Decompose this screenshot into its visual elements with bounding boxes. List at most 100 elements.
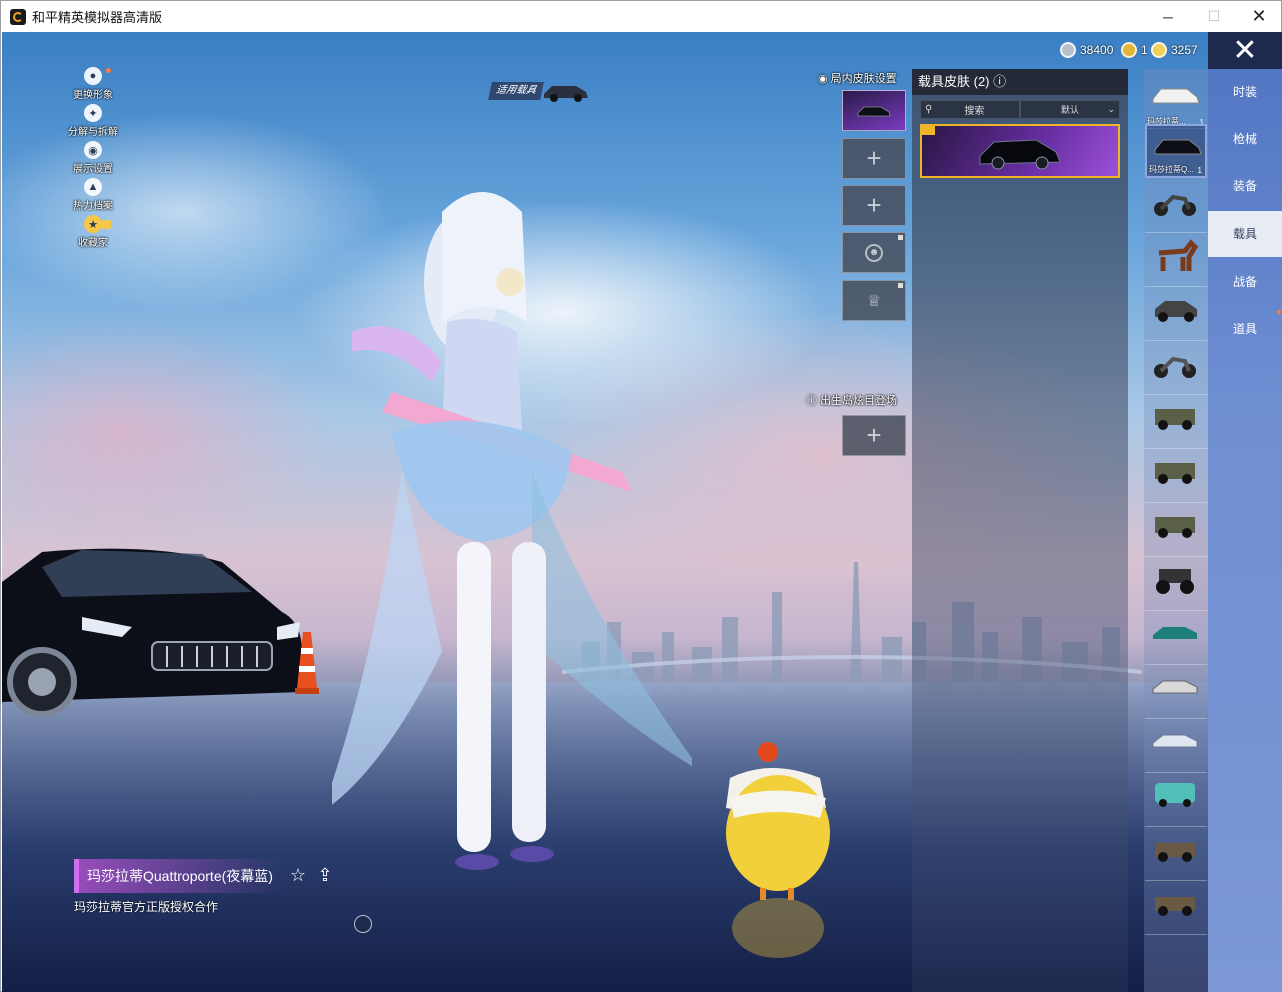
silver-amount: 38400 — [1080, 43, 1114, 57]
app-logo-icon — [10, 8, 26, 25]
vehicle-thumb-icon — [1152, 88, 1200, 104]
vehicle-item[interactable]: 玛莎拉蒂Q... 1 — [1145, 124, 1207, 178]
puzzle-icon: ✦ — [84, 104, 102, 122]
vehicle-thumb-icon — [1152, 734, 1198, 748]
vehicle-label: 玛莎拉蒂Q... — [1149, 165, 1194, 174]
tab-guns[interactable]: 枪械 — [1208, 116, 1282, 162]
rotate-model-icon[interactable] — [354, 915, 372, 933]
currency-coupon: 3257 — [1151, 40, 1198, 60]
apply-vehicle-car-icon — [544, 86, 588, 102]
minimize-button[interactable]: ─ — [1145, 1, 1191, 32]
vehicle-item[interactable] — [1145, 827, 1207, 881]
vehicle-thumb-icon — [1154, 356, 1196, 378]
vehicle-thumb-icon — [1153, 627, 1197, 639]
change-avatar-label: 更换形象 — [73, 90, 113, 101]
ingame-skin-title: ◉ 局内皮肤设置 — [818, 70, 897, 86]
title-bar: 和平精英模拟器高清版 ─ ☐ ✕ — [1, 1, 1281, 32]
collector-icon: ★ — [84, 215, 102, 233]
display-settings-label: 展示设置 — [73, 164, 113, 175]
vehicle-skin-panel: 载具皮肤 (2) ⓘ ⚲ 搜索 默认 ⌄ — [912, 69, 1128, 992]
vehicle-item[interactable]: 玛莎拉蒂... 1 — [1145, 75, 1207, 129]
heat-archive-button[interactable]: ▲ 热力档案 — [58, 178, 128, 215]
vehicle-thumb-icon — [1155, 463, 1195, 484]
skin-panel-header: 载具皮肤 (2) ⓘ — [912, 69, 1128, 95]
person-icon: ● — [84, 67, 102, 85]
currency-gold: 1 — [1121, 40, 1148, 60]
heat-archive-label: 热力档案 — [73, 201, 113, 212]
change-avatar-button[interactable]: ● 更换形象 — [58, 67, 128, 104]
sort-dropdown[interactable]: 默认 ⌄ — [1020, 100, 1120, 119]
vehicle-item[interactable] — [1145, 557, 1207, 611]
vehicle-item[interactable] — [1145, 881, 1207, 935]
game-scene: ● 更换形象 ✦ 分解与拆解 ◉ 展示设置 ▲ 热力档案 ★ 收藏家 适用载具 … — [2, 32, 1282, 992]
search-placeholder: 搜索 — [964, 106, 985, 117]
gold-medal-icon — [1121, 42, 1137, 58]
sort-label: 默认 — [1060, 105, 1079, 115]
tab-notification-dot — [1277, 310, 1281, 314]
car-thumb-icon — [857, 106, 891, 116]
vehicle-count: 1 — [1197, 166, 1202, 175]
coupon-amount: 3257 — [1171, 43, 1198, 57]
share-icon[interactable]: ⇪ — [314, 864, 336, 886]
decompose-button[interactable]: ✦ 分解与拆解 — [58, 104, 128, 141]
vehicle-item[interactable] — [1145, 719, 1207, 773]
gold-amount: 1 — [1141, 43, 1148, 57]
vehicle-item[interactable] — [1145, 773, 1207, 827]
display-settings-button[interactable]: ◉ 展示设置 — [58, 141, 128, 178]
skin-slot-3[interactable]: + — [842, 185, 906, 226]
maximize-button[interactable]: ☐ — [1191, 1, 1237, 32]
maserati-car — [2, 548, 302, 717]
skull-icon: ☻ — [865, 243, 883, 262]
close-panel-button[interactable]: ✕ — [1208, 32, 1282, 69]
tab-fashion[interactable]: 时装 — [1208, 69, 1282, 115]
vehicle-item[interactable] — [1145, 611, 1207, 665]
chick-pet — [726, 742, 830, 958]
chevron-down-icon: ⌄ — [1107, 104, 1115, 114]
tab-vehicles[interactable]: 载具 — [1208, 211, 1282, 257]
search-icon: ⚲ — [925, 104, 933, 115]
vehicle-item[interactable] — [1145, 341, 1207, 395]
tab-equipment[interactable]: 装备 — [1208, 163, 1282, 209]
help-circle-icon[interactable]: ⓘ — [990, 74, 1006, 89]
spawn-entrance-title-text: 出生岛炫目登场 — [820, 395, 898, 407]
vehicle-thumb-icon — [1152, 680, 1198, 694]
vehicle-item[interactable] — [1145, 287, 1207, 341]
search-row: ⚲ 搜索 默认 ⌄ — [920, 100, 1120, 119]
vehicle-thumb-icon — [1155, 783, 1195, 807]
skin-slot-5[interactable]: ♕ — [842, 280, 906, 321]
vehicle-item[interactable] — [1145, 503, 1207, 557]
favorite-star-icon[interactable]: ☆ — [287, 864, 309, 886]
vehicle-thumb-icon — [1156, 569, 1194, 594]
close-window-button[interactable]: ✕ — [1236, 1, 1282, 32]
skin-slot-2[interactable]: + — [842, 138, 906, 179]
spawn-entrance-title: ⓘ 出生岛炫目登场 — [806, 392, 897, 408]
skin-slot-4[interactable]: ☻ — [842, 232, 906, 273]
vehicle-item[interactable] — [1145, 449, 1207, 503]
search-input[interactable]: ⚲ 搜索 — [920, 100, 1020, 119]
plus-icon: + — [866, 143, 882, 173]
vehicle-thumb-icon — [1155, 843, 1195, 862]
collector-button[interactable]: ★ 收藏家 — [58, 215, 128, 252]
vehicle-item[interactable] — [1145, 665, 1207, 719]
vehicle-item[interactable] — [1145, 395, 1207, 449]
vehicle-item[interactable] — [1145, 233, 1207, 287]
ingame-skin-title-text: 局内皮肤设置 — [830, 73, 897, 85]
silver-coin-icon — [1060, 42, 1076, 58]
currency-silver: 38400 — [1060, 40, 1113, 60]
decompose-label: 分解与拆解 — [68, 127, 118, 138]
vehicle-thumb-icon — [1155, 409, 1195, 430]
item-description: 玛莎拉蒂官方正版授权合作 — [74, 900, 219, 914]
traffic-cone — [295, 632, 319, 694]
skin-card-selected[interactable] — [920, 124, 1120, 178]
app-window: 和平精英模拟器高清版 ─ ☐ ✕ ● 更换形象 ✦ 分解与拆解 ◉ 展示设置 ▲… — [0, 0, 1282, 992]
tab-props[interactable]: 道具 — [1208, 306, 1282, 352]
vehicle-thumb-icon — [1154, 194, 1196, 216]
vehicle-thumb-icon — [1155, 517, 1195, 538]
skin-slot-1[interactable] — [842, 90, 906, 131]
window-title: 和平精英模拟器高清版 — [32, 10, 163, 25]
eye-small-icon: ◉ — [818, 73, 831, 85]
spawn-entrance-slot[interactable]: + — [842, 415, 906, 456]
vehicle-item[interactable] — [1145, 179, 1207, 233]
tab-combat-gear[interactable]: 战备 — [1208, 259, 1282, 305]
collector-badge-icon — [102, 220, 111, 229]
